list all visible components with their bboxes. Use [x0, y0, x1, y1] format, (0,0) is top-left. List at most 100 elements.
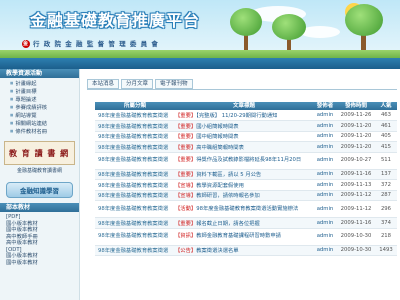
row-title-text[interactable]: 教學資源配套假使用	[196, 183, 244, 189]
table-row: 98年度金融基礎教育教案徵選 【重要】資料下載區，請以 5 月公告 admin …	[95, 169, 397, 180]
row-author[interactable]: admin	[313, 131, 337, 142]
table-row: 98年度金融基礎教育教案徵選 【重要】報名截止日期，請各位把握 admin 20…	[95, 217, 397, 229]
row-author[interactable]: admin	[313, 245, 337, 256]
row-author[interactable]: admin	[313, 190, 337, 201]
row-title-text[interactable]: 98年度金融基礎教育教案徵選活動實施辦法	[196, 206, 298, 212]
table-row: 98年度金融基礎教育教案徵選 【資訊】教師金融教育基礎課程研習時數申請 admi…	[95, 228, 397, 246]
row-category[interactable]: 98年度金融基礎教育教案徵選	[95, 228, 175, 246]
row-category[interactable]: 98年度金融基礎教育教案徵選	[95, 131, 175, 142]
row-tag: 【重要】	[175, 123, 197, 130]
sidebar-item[interactable]: 參賽成績評核	[10, 104, 79, 112]
row-author[interactable]: admin	[313, 110, 337, 121]
row-hits: 1493	[375, 245, 397, 256]
row-category[interactable]: 98年度金融基礎教育教案徵選	[95, 169, 175, 180]
ministry-name: 行 政 院 金 融 監 督 管 理 委 員 會	[33, 40, 159, 48]
sidebar-item[interactable]: 計畫目標	[10, 88, 79, 96]
row-hits: 463	[375, 110, 397, 121]
row-category[interactable]: 98年度金融基礎教育教案徵選	[95, 152, 175, 170]
row-tag: 【公告】	[175, 248, 197, 255]
sidebar-item[interactable]: 條件教材名冊	[10, 128, 79, 136]
row-title-text[interactable]: 國小組簡報時間表	[196, 124, 238, 130]
table-row: 98年度金融基礎教育教案徵選 【宣導】教師研習，請依時報名參加 admin 20…	[95, 190, 397, 201]
row-title-text[interactable]: 教師金融教育基礎課程研習時數申請	[196, 233, 281, 239]
row-category[interactable]: 98年度金融基礎教育教案徵選	[95, 190, 175, 201]
row-tag: 【資訊】	[175, 233, 197, 240]
row-title[interactable]: 【重要】報名截止日期，請各位把握	[175, 217, 313, 229]
row-author[interactable]: admin	[313, 169, 337, 180]
row-hits: 137	[375, 169, 397, 180]
row-title-text[interactable]: 報名截止日期，請各位把握	[196, 221, 260, 227]
row-hits: 218	[375, 228, 397, 246]
sidebar-item[interactable]: 網站導覽	[10, 112, 79, 120]
row-date: 2009-10-30	[337, 228, 375, 246]
table-row: 98年度金融基礎教育教案徵選 【公告】教案徵選決選名單 admin 2009-1…	[95, 245, 397, 256]
row-category[interactable]: 98年度金融基礎教育教案徵選	[95, 110, 175, 121]
textbook-list: [PDF] 國小版本教材 國中版本教材 高中教師手冊 高中版本教材 [ODT] …	[0, 212, 79, 266]
row-title[interactable]: 【重要】資料下載區，請以 5 月公告	[175, 169, 313, 180]
tab-newsletter[interactable]: 電子報刊物	[155, 79, 193, 89]
row-date: 2009-11-12	[337, 200, 375, 218]
row-category[interactable]: 98年度金融基礎教育教案徵選	[95, 245, 175, 256]
row-category[interactable]: 98年度金融基礎教育教案徵選	[95, 120, 175, 132]
row-hits: 461	[375, 120, 397, 132]
row-title[interactable]: 【公告】教案徵選決選名單	[175, 245, 313, 256]
row-hits: 511	[375, 152, 397, 170]
sidebar-section-title: 教學資源活動	[0, 69, 79, 78]
row-author[interactable]: admin	[313, 179, 337, 191]
row-category[interactable]: 98年度金融基礎教育教案徵選	[95, 217, 175, 229]
sidebar-section-title: 部本教材	[0, 203, 79, 212]
row-date: 2009-11-26	[337, 110, 375, 121]
sidebar-menu: 計畫緣起 計畫目標 專題論述 參賽成績評核 網站導覽 相關網站連結 條件教材名冊	[0, 78, 79, 138]
row-author[interactable]: admin	[313, 217, 337, 229]
row-title[interactable]: 【重要】得獎作品及試教錄影檔將延長98年11月20日	[175, 152, 313, 170]
row-title-text[interactable]: 資料下載區，請以 5 月公告	[196, 172, 261, 178]
row-title[interactable]: 【宣導】教學資源配套假使用	[175, 179, 313, 191]
column-header-category[interactable]: 所屬分類	[95, 102, 175, 110]
row-tag: 【重要】	[175, 172, 197, 179]
book-network-banner[interactable]: 教 育 讀 書 網	[4, 141, 75, 165]
row-date: 2009-11-16	[337, 217, 375, 229]
row-title[interactable]: 【重要】【完整版】 11/20-29期間行動通知	[175, 110, 313, 121]
row-title[interactable]: 【重要】國中組簡報時間表	[175, 131, 313, 142]
row-category[interactable]: 98年度金融基礎教育教案徵選	[95, 200, 175, 218]
tab-monthly-articles[interactable]: 分月文章	[121, 79, 154, 89]
nav-bar	[0, 58, 400, 69]
row-hits: 415	[375, 141, 397, 153]
finance-learning-button[interactable]: 金融知識學習	[6, 182, 73, 198]
row-author[interactable]: admin	[313, 228, 337, 246]
row-title-text[interactable]: 高中職組簡報時間表	[196, 145, 244, 151]
book-network-link[interactable]: 金融基礎教育讀書網	[0, 167, 79, 174]
cloud-decoration	[300, 26, 340, 38]
column-header-title[interactable]: 文章標題	[175, 102, 313, 110]
row-author[interactable]: admin	[313, 200, 337, 218]
row-title-text[interactable]: 得獎作品及試教錄影檔將延長98年11月20日	[196, 157, 301, 163]
site-title: 金融基礎教育推廣平台	[30, 11, 201, 30]
row-title[interactable]: 【資訊】教師金融教育基礎課程研習時數申請	[175, 228, 313, 246]
textbook-link[interactable]: 國中版本教材	[6, 260, 79, 267]
sidebar-item[interactable]: 計畫緣起	[10, 80, 79, 88]
sidebar-item[interactable]: 專題論述	[10, 96, 79, 104]
row-title[interactable]: 【活動】98年度金融基礎教育教案徵選活動實施辦法	[175, 200, 313, 218]
row-author[interactable]: admin	[313, 120, 337, 132]
row-title[interactable]: 【重要】高中職組簡報時間表	[175, 141, 313, 153]
column-header-author[interactable]: 發佈者	[313, 102, 337, 110]
row-category[interactable]: 98年度金融基礎教育教案徵選	[95, 141, 175, 153]
column-header-date[interactable]: 發佈時間	[337, 102, 375, 110]
table-row: 98年度金融基礎教育教案徵選 【重要】得獎作品及試教錄影檔將延長98年11月20…	[95, 152, 397, 170]
row-title-text[interactable]: 國中組簡報時間表	[196, 134, 238, 140]
row-title-text[interactable]: 教師研習，請依時報名參加	[196, 193, 260, 199]
row-title-text[interactable]: 教案徵選決選名單	[196, 248, 238, 254]
sidebar-item[interactable]: 相關網站連結	[10, 120, 79, 128]
row-tag: 【活動】	[175, 205, 197, 212]
row-tag: 【宣導】	[175, 193, 197, 200]
tab-site-news[interactable]: 本站消息	[87, 79, 120, 89]
row-title[interactable]: 【宣導】教師研習，請依時報名參加	[175, 190, 313, 201]
row-title-text[interactable]: 【完整版】 11/20-29期間行動通知	[196, 113, 277, 119]
row-category[interactable]: 98年度金融基礎教育教案徵選	[95, 179, 175, 191]
row-author[interactable]: admin	[313, 141, 337, 153]
article-table: 所屬分類 文章標題 發佈者 發佈時間 人氣 98年度金融基礎教育教案徵選 【重要…	[95, 102, 397, 256]
row-title[interactable]: 【重要】國小組簡報時間表	[175, 120, 313, 132]
column-header-hits[interactable]: 人氣	[375, 102, 397, 110]
tab-divider	[87, 89, 397, 90]
row-author[interactable]: admin	[313, 152, 337, 170]
